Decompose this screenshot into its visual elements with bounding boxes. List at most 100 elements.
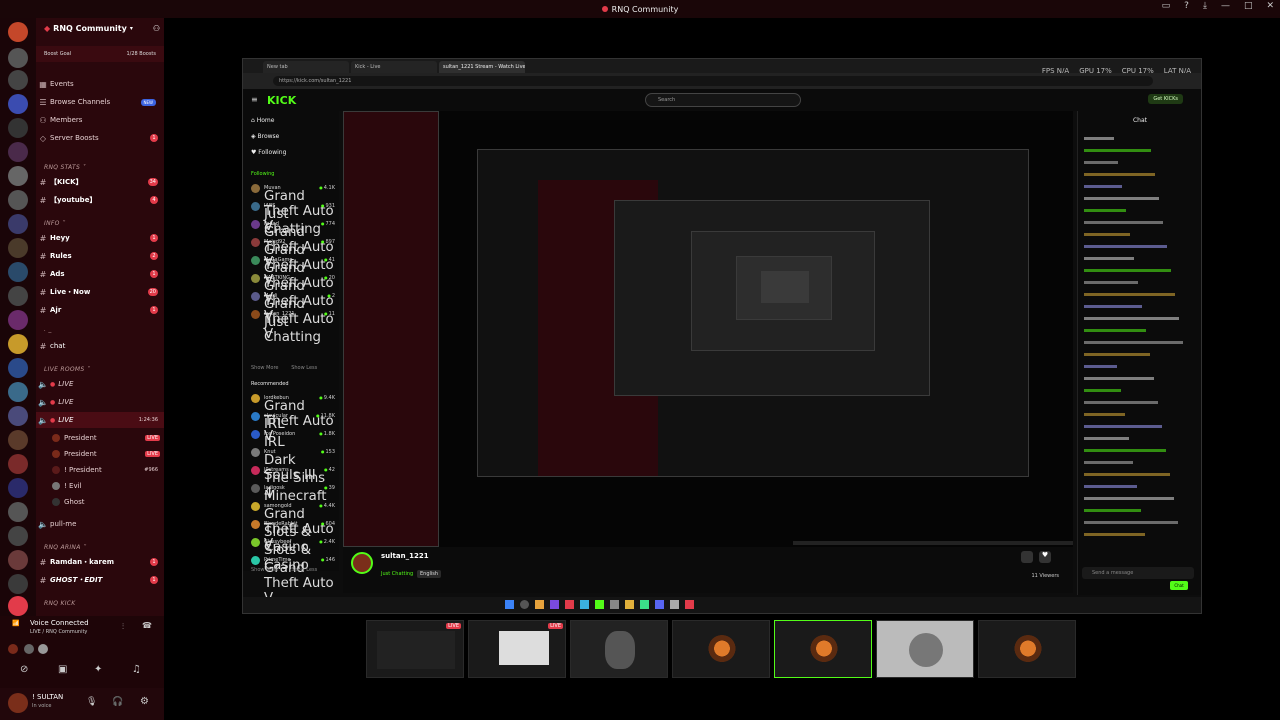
taskbar-app-icon[interactable] [625, 600, 634, 609]
close-button[interactable]: ✕ [1266, 1, 1274, 11]
channel-heyy[interactable]: # Heyy 1 [36, 230, 164, 246]
voice-user[interactable]: ! Evil [36, 478, 164, 494]
stream-thumbnail[interactable]: LIVE [366, 620, 464, 678]
server-icon[interactable] [8, 142, 28, 162]
show-more-row[interactable]: Show More Show Less [251, 365, 317, 371]
server-icon[interactable] [8, 574, 28, 594]
soundboard-icon[interactable]: ♫ [132, 664, 141, 675]
kick-channel-item[interactable]: MuvanGrand Theft Auto V4.1K [251, 181, 335, 234]
discord-home-icon[interactable] [8, 94, 28, 114]
channel-youtube[interactable]: # 【youtube】 4 [36, 192, 164, 208]
streamer-name[interactable]: sultan_1221 [381, 552, 429, 560]
taskbar-app-icon[interactable] [685, 600, 694, 609]
browser-tab[interactable]: New tab [263, 61, 349, 73]
menu-icon[interactable]: ≡ [251, 95, 258, 104]
voice-channel-live-3[interactable]: 🔈 ● LIVE 1:24:36 [36, 412, 164, 428]
taskbar-app-icon[interactable] [520, 600, 529, 609]
kick-nav-following[interactable]: ♥ Following [251, 149, 286, 156]
category-dot[interactable]: . _ [44, 326, 52, 333]
kick-channel-item[interactable]: Ice PoseidonIRL1.8K [251, 427, 335, 450]
headphones-icon[interactable]: 🎧 [112, 697, 123, 707]
taskbar-app-icon[interactable] [610, 600, 619, 609]
kick-nav-browse[interactable]: ◈ Browse [251, 133, 279, 140]
server-icon[interactable] [8, 214, 28, 234]
server-icon[interactable] [8, 526, 28, 546]
kick-channel-item[interactable]: Majed92Grand Theft Auto V897 [251, 235, 335, 288]
stream-thumbnail[interactable]: LIVE [468, 620, 566, 678]
voice-user[interactable]: President LIVE [36, 430, 164, 446]
sidebar-item-server-boosts[interactable]: ◇ Server Boosts 1 [36, 130, 164, 146]
server-icon[interactable] [8, 238, 28, 258]
server-icon[interactable] [8, 190, 28, 210]
avatar[interactable] [8, 693, 28, 713]
taskbar-app-icon[interactable] [595, 600, 604, 609]
kick-nav-home[interactable]: ⌂ Home [251, 117, 274, 124]
kick-channel-item[interactable]: BlondeRabbitSlots & Casino604 [251, 517, 335, 555]
stream-video-area[interactable] [343, 111, 1073, 547]
kick-channel-item[interactable]: HABTKINGGrand Theft Auto V20 [251, 271, 335, 324]
inbox-icon[interactable]: ▭ [1162, 1, 1171, 11]
taskbar-app-icon[interactable] [550, 600, 559, 609]
voice-channel-live-2[interactable]: 🔈 ● LIVE [36, 394, 164, 410]
kick-channel-item[interactable]: sultan_1221Just Chatting11 [251, 307, 335, 345]
download-icon[interactable]: ⤓ [1203, 1, 1207, 11]
show-more-row[interactable]: Show More Show Less [251, 567, 317, 573]
kick-channel-item[interactable]: samongoldGrand Theft Auto V4.4K [251, 499, 335, 552]
taskbar-app-icon[interactable] [565, 600, 574, 609]
channel-ajr[interactable]: # Ajr 1 [36, 302, 164, 318]
category-info[interactable]: INFO ˅ [44, 220, 65, 227]
sidebar-item-members[interactable]: ⚇ Members [36, 112, 164, 128]
kick-channel-item[interactable]: PrimeTimeGrand Theft Auto V146 [251, 553, 335, 606]
channel-ghost-edit[interactable]: # GHOST・EDIT 1 [36, 572, 164, 588]
kick-channel-item[interactable]: lordkebunGrand Theft Auto V9.4K [251, 391, 335, 444]
avatar[interactable] [351, 552, 373, 574]
stream-thumbnail[interactable] [570, 620, 668, 678]
stream-category[interactable]: Just Chatting [381, 571, 413, 577]
server-icon[interactable] [8, 454, 28, 474]
maximize-button[interactable]: □ [1244, 1, 1253, 11]
server-icon[interactable] [8, 48, 28, 68]
microphone-icon[interactable]: 🎙 [86, 697, 97, 707]
get-kicks-button[interactable]: Get KICKs [1148, 94, 1183, 104]
kick-channel-item[interactable]: IABSJust Chatting931 [251, 199, 335, 237]
kick-channel-item[interactable]: ClassybeefSlots & Casino2.4K [251, 535, 335, 573]
server-icon[interactable] [8, 262, 28, 282]
browser-tab-active[interactable]: sultan_1221 Stream - Watch Live [439, 61, 525, 73]
stream-thumbnail[interactable] [672, 620, 770, 678]
show-more-link[interactable]: Show More [251, 365, 278, 371]
kick-channel-item[interactable]: KnutDark Souls III153 [251, 445, 335, 483]
server-icon[interactable] [8, 478, 28, 498]
channel-chat[interactable]: # chat [36, 338, 164, 354]
kick-channel-item[interactable]: FahadGrand Theft Auto V774 [251, 217, 335, 270]
browser-tab[interactable]: Kick - Live [351, 61, 437, 73]
taskbar-app-icon[interactable] [580, 600, 589, 609]
voice-user[interactable]: ! President #966 [36, 462, 164, 478]
stream-thumbnail-speaking[interactable] [774, 620, 872, 678]
channel-ramdan-karem[interactable]: # Ramdan・karem 1 [36, 554, 164, 570]
server-icon[interactable] [8, 70, 28, 90]
show-less-link[interactable]: Show Less [291, 567, 317, 573]
stream-thumbnail[interactable] [876, 620, 974, 678]
channel-kick[interactable]: # 【KICK】 34 [36, 174, 164, 190]
voice-channel-pull-me[interactable]: 🔈 pull-me [36, 516, 164, 532]
add-member-icon[interactable]: ⚇ [153, 24, 160, 33]
activity-icon[interactable]: ✦ [94, 664, 102, 675]
voice-channel-name[interactable]: LIVE / RNQ Community [30, 629, 87, 635]
server-icon[interactable] [8, 382, 28, 402]
server-icon[interactable] [8, 310, 28, 330]
category-rnq-stats[interactable]: RNQ STATS ˅ [44, 164, 86, 171]
server-icon[interactable] [8, 118, 28, 138]
kick-channel-item[interactable]: MajdiGrand Theft Auto V2 [251, 289, 335, 342]
url-input[interactable]: https://kick.com/sultan_1221 [273, 76, 1153, 86]
camera-off-icon[interactable]: ⊘ [20, 664, 28, 675]
category-rnq-arina[interactable]: RNQ ARINA ˅ [44, 544, 86, 551]
voice-channel-live-1[interactable]: 🔈 ● LIVE [36, 376, 164, 392]
show-more-link[interactable]: Show More [251, 567, 278, 573]
kick-channel-item[interactable]: clavicularIRL11.8K [251, 409, 335, 432]
taskbar-app-icon[interactable] [655, 600, 664, 609]
help-icon[interactable]: ? [1184, 1, 1189, 11]
server-icon[interactable] [8, 406, 28, 426]
minimize-button[interactable]: — [1221, 1, 1230, 11]
chat-send-button[interactable]: Chat [1170, 581, 1188, 590]
server-icon[interactable] [8, 358, 28, 378]
